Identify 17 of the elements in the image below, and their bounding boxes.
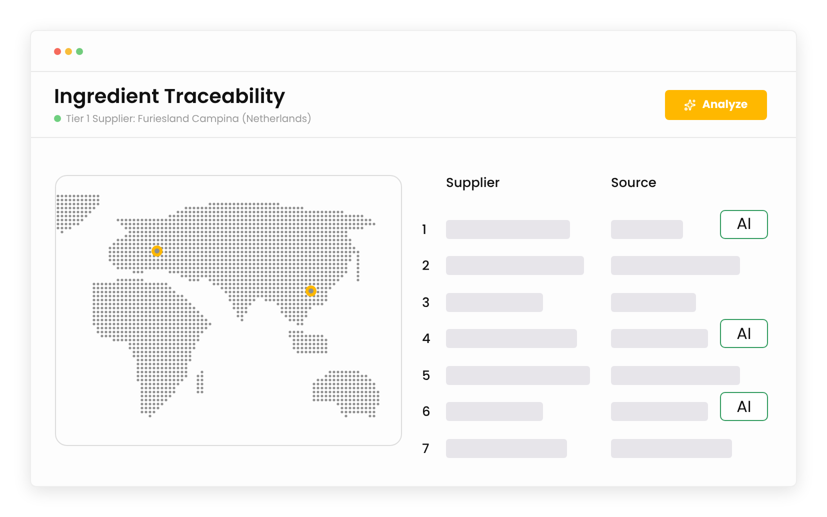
row-number: 6 — [422, 402, 432, 422]
row-number: 5 — [422, 366, 432, 385]
row-number: 4 — [422, 329, 432, 348]
row-number: 1 — [422, 220, 428, 239]
supplier-subtitle: Tier 1 Supplier: Furiesland Campina (Netherlands) — [66, 110, 312, 126]
placeholder-bar — [611, 220, 683, 239]
ai-tag: AI — [720, 392, 768, 422]
column-header: Supplier — [446, 173, 501, 193]
analyze-button[interactable]: Analyze — [665, 90, 767, 120]
row-number: 2 — [422, 256, 431, 276]
ai-tag: AI — [720, 319, 768, 348]
row-number: 7 — [422, 438, 430, 458]
row-number: 3 — [422, 292, 431, 312]
sparkle-icon — [684, 98, 696, 110]
ai-tag: AI — [720, 210, 768, 239]
column-header: Source — [611, 173, 656, 193]
page-title: Ingredient Traceability — [54, 84, 286, 108]
